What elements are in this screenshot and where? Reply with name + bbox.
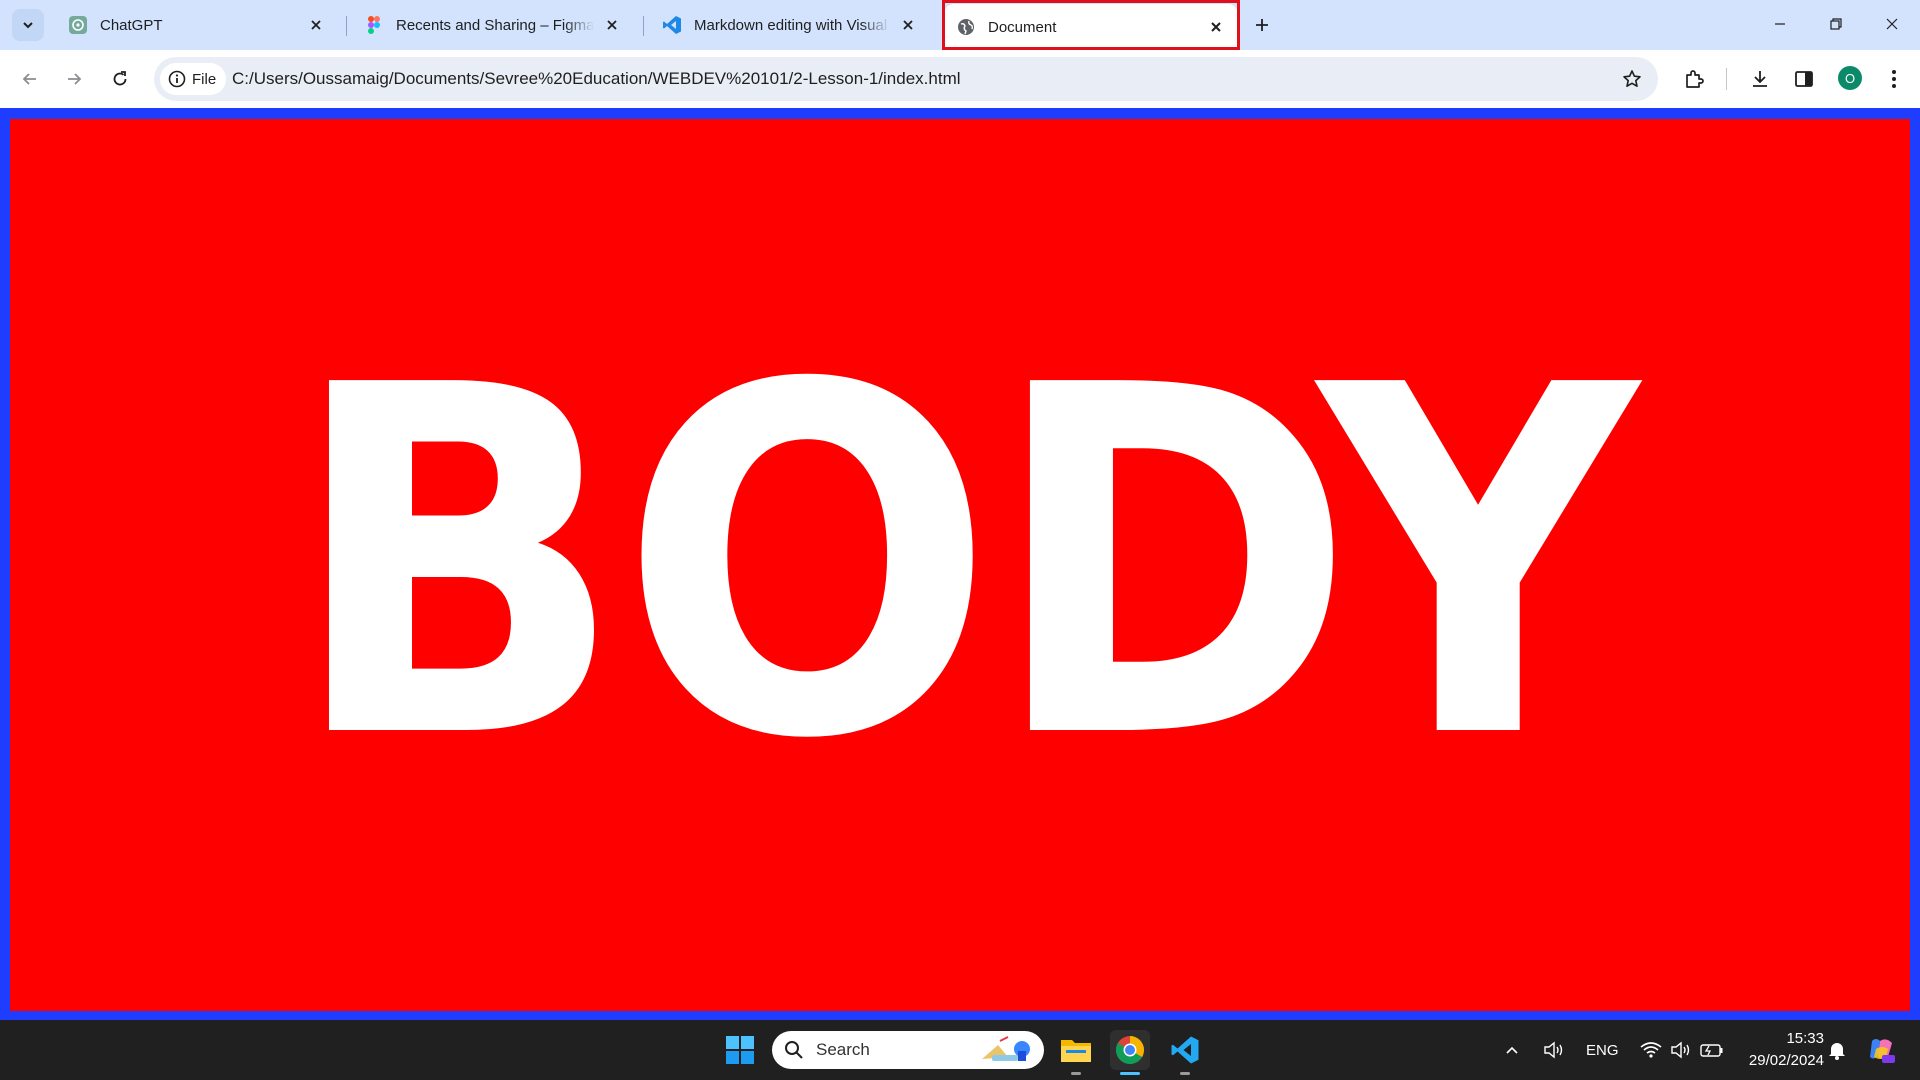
puzzle-icon bbox=[1686, 70, 1704, 88]
close-window-button[interactable] bbox=[1864, 0, 1920, 48]
reload-button[interactable] bbox=[104, 63, 136, 95]
tab-title: Markdown editing with Visual Studio Code bbox=[694, 16, 890, 34]
chevron-down-icon bbox=[23, 22, 33, 29]
close-icon bbox=[1886, 18, 1898, 30]
tab-title: Document bbox=[988, 18, 1057, 36]
download-icon bbox=[1753, 71, 1767, 87]
url-text[interactable]: C:/Users/Oussamaig/Documents/Sevree%20Ed… bbox=[232, 69, 961, 89]
close-icon[interactable] bbox=[306, 15, 326, 35]
tab-chatgpt[interactable]: ChatGPT bbox=[56, 6, 338, 44]
more-vertical-icon bbox=[1892, 70, 1896, 88]
search-icon bbox=[784, 1040, 804, 1060]
search-placeholder: Search bbox=[816, 1040, 870, 1059]
copilot-button[interactable] bbox=[1866, 1020, 1896, 1080]
side-panel-button[interactable] bbox=[1790, 65, 1818, 93]
tab-separator bbox=[346, 16, 347, 36]
running-indicator bbox=[1071, 1072, 1081, 1075]
running-indicator bbox=[1180, 1072, 1190, 1075]
globe-icon bbox=[956, 17, 976, 37]
volume-tray[interactable] bbox=[1670, 1020, 1692, 1080]
notifications-button[interactable] bbox=[1828, 1020, 1846, 1080]
side-panel-icon bbox=[1795, 71, 1813, 87]
tab-title: ChatGPT bbox=[100, 16, 163, 34]
site-chip-label: File bbox=[192, 70, 217, 88]
reload-icon bbox=[113, 71, 127, 86]
language-indicator[interactable]: ENG bbox=[1586, 1020, 1619, 1080]
downloads-button[interactable] bbox=[1746, 65, 1774, 93]
clock-time: 15:33 bbox=[1786, 1030, 1824, 1047]
copilot-icon bbox=[1870, 1039, 1895, 1063]
battery-icon bbox=[1700, 1044, 1723, 1057]
taskbar-file-explorer[interactable] bbox=[1056, 1030, 1096, 1070]
show-hidden-icons[interactable] bbox=[1504, 1020, 1520, 1080]
arrow-right-icon bbox=[68, 73, 82, 85]
network-tray[interactable] bbox=[1640, 1020, 1662, 1080]
clock-date: 29/02/2024 bbox=[1748, 1052, 1824, 1069]
vscode-icon bbox=[1171, 1036, 1199, 1064]
bell-icon bbox=[1829, 1043, 1845, 1060]
taskbar-search[interactable]: Search bbox=[772, 1031, 1044, 1069]
battery-tray[interactable] bbox=[1700, 1020, 1724, 1080]
chatgpt-icon bbox=[68, 15, 88, 35]
tab-vscode-docs[interactable]: Markdown editing with Visual Studio Code bbox=[650, 6, 930, 44]
windows-taskbar: Search ENG 15:33 29/02/2024 bbox=[0, 1020, 1920, 1080]
plus-icon bbox=[1256, 19, 1268, 31]
tab-separator bbox=[643, 16, 644, 36]
clock[interactable]: 15:33 29/02/2024 bbox=[1736, 1028, 1824, 1072]
body-element: BODY bbox=[10, 119, 1910, 1011]
taskbar-vscode[interactable] bbox=[1165, 1030, 1205, 1070]
menu-button[interactable] bbox=[1880, 65, 1908, 93]
windows-logo-icon bbox=[726, 1036, 754, 1064]
toolbar-divider bbox=[1726, 68, 1727, 90]
tab-title: Recents and Sharing – Figma bbox=[396, 16, 594, 34]
back-button[interactable] bbox=[14, 63, 46, 95]
tab-document[interactable]: Document bbox=[944, 4, 1238, 50]
minimize-icon bbox=[1775, 23, 1785, 25]
browser-toolbar: File C:/Users/Oussamaig/Documents/Sevree… bbox=[0, 50, 1920, 108]
extensions-button[interactable] bbox=[1680, 65, 1708, 93]
close-icon[interactable] bbox=[898, 15, 918, 35]
new-tab-button[interactable] bbox=[1248, 11, 1276, 39]
volume-icon bbox=[1671, 1041, 1690, 1059]
site-info-chip[interactable]: File bbox=[160, 63, 227, 95]
restore-icon bbox=[1830, 18, 1842, 30]
search-highlight-icon bbox=[978, 1035, 1034, 1070]
speaker-icon bbox=[1544, 1041, 1563, 1059]
body-heading: BODY bbox=[287, 285, 1638, 844]
profile-avatar[interactable]: O bbox=[1838, 66, 1862, 90]
vscode-icon bbox=[662, 15, 682, 35]
tab-strip: ChatGPT Recents and Sharing – Figma Mark… bbox=[0, 0, 1920, 50]
folder-icon bbox=[1061, 1040, 1091, 1062]
bookmark-star-icon[interactable] bbox=[1620, 67, 1644, 91]
arrow-left-icon bbox=[22, 73, 36, 85]
chrome-icon bbox=[1116, 1036, 1144, 1064]
address-bar[interactable]: File C:/Users/Oussamaig/Documents/Sevree… bbox=[154, 57, 1658, 101]
close-icon[interactable] bbox=[602, 15, 622, 35]
speaker-tray[interactable] bbox=[1543, 1020, 1565, 1080]
taskbar-chrome[interactable] bbox=[1110, 1030, 1150, 1070]
page-viewport: BODY bbox=[0, 108, 1920, 1020]
restore-button[interactable] bbox=[1808, 0, 1864, 48]
tab-search-button[interactable] bbox=[12, 9, 44, 41]
minimize-button[interactable] bbox=[1752, 0, 1808, 48]
figma-icon bbox=[364, 15, 384, 35]
wifi-icon bbox=[1640, 1042, 1662, 1058]
active-indicator bbox=[1120, 1072, 1140, 1075]
info-icon bbox=[168, 70, 186, 88]
forward-button[interactable] bbox=[58, 63, 90, 95]
chevron-up-icon bbox=[1506, 1046, 1518, 1054]
close-icon[interactable] bbox=[1206, 17, 1226, 37]
start-button[interactable] bbox=[720, 1030, 760, 1070]
tab-figma[interactable]: Recents and Sharing – Figma bbox=[352, 6, 634, 44]
